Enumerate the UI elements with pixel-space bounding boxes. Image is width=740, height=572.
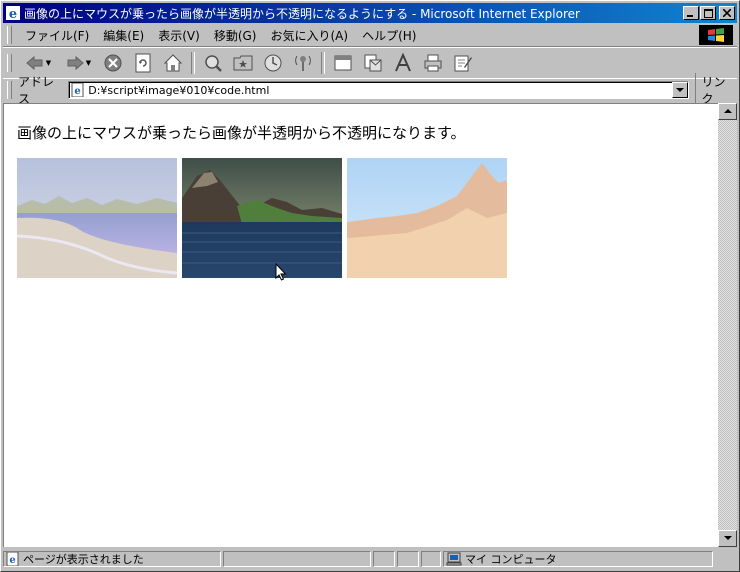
status-bar: e ページが表示されました マイ コンピュータ xyxy=(3,549,737,569)
menu-go[interactable]: 移動(G) xyxy=(207,27,264,44)
maximize-icon xyxy=(703,8,713,18)
svg-text:e: e xyxy=(9,7,17,21)
print-button[interactable] xyxy=(421,51,445,75)
search-button[interactable] xyxy=(201,51,225,75)
status-panel-progress xyxy=(223,551,371,567)
search-icon xyxy=(205,55,222,72)
channels-icon xyxy=(295,55,311,71)
close-icon xyxy=(723,9,731,17)
windows-logo-icon xyxy=(699,25,733,45)
refresh-button[interactable] xyxy=(131,51,155,75)
print-icon xyxy=(424,54,442,72)
close-button[interactable] xyxy=(719,6,735,20)
status-zone-panel: マイ コンピュータ xyxy=(443,551,713,567)
stop-button[interactable] xyxy=(101,51,125,75)
back-icon xyxy=(26,55,43,71)
page-icon: e xyxy=(71,83,84,97)
computer-icon xyxy=(446,552,462,566)
edit-icon xyxy=(454,55,472,72)
font-icon xyxy=(395,53,411,72)
menu-view[interactable]: 表示(V) xyxy=(151,27,207,44)
favorites-icon xyxy=(233,55,253,71)
mountain-sea-landscape-image[interactable] xyxy=(182,158,342,278)
chevron-down-icon: ▼ xyxy=(45,59,52,67)
history-icon xyxy=(264,54,282,72)
menu-grip xyxy=(7,26,12,44)
browser-window: e 画像の上にマウスが乗ったら画像が半透明から不透明になるようにする - Mic… xyxy=(0,0,740,572)
beach-landscape-image[interactable] xyxy=(17,158,177,278)
address-bar: アドレス e D:¥script¥image¥010¥code.html リンク xyxy=(3,73,737,107)
page-content: 画像の上にマウスが乗ったら画像が半透明から不透明になります。 xyxy=(3,103,718,547)
window-title: 画像の上にマウスが乗ったら画像が半透明から不透明になるようにする - Micro… xyxy=(24,6,580,21)
mail-icon xyxy=(364,54,382,72)
title-bar: e 画像の上にマウスが乗ったら画像が半透明から不透明になるようにする - Mic… xyxy=(3,3,737,23)
toolbar-grip xyxy=(7,54,12,72)
chevron-down-icon xyxy=(723,536,732,540)
edit-button[interactable] xyxy=(451,51,475,75)
fullscreen-button[interactable] xyxy=(331,51,355,75)
page-heading: 画像の上にマウスが乗ったら画像が半透明から不透明になります。 xyxy=(17,124,466,142)
svg-text:e: e xyxy=(9,555,15,566)
scroll-down-button[interactable] xyxy=(718,530,737,547)
address-value: D:¥script¥image¥010¥code.html xyxy=(88,83,270,97)
chevron-down-icon: ▼ xyxy=(85,59,92,67)
chevron-down-icon xyxy=(675,87,684,92)
status-panel-lock xyxy=(397,551,419,567)
address-grip xyxy=(7,81,12,99)
links-button[interactable]: リンク xyxy=(694,73,737,107)
chevron-up-icon xyxy=(723,109,732,113)
forward-icon xyxy=(67,55,84,71)
maximize-button[interactable] xyxy=(700,6,716,20)
status-zone: マイ コンピュータ xyxy=(465,553,557,566)
scroll-up-button[interactable] xyxy=(718,103,737,120)
menu-file[interactable]: ファイル(F) xyxy=(18,27,96,44)
minimize-button[interactable] xyxy=(683,6,699,20)
desert-peak-landscape-image[interactable] xyxy=(347,158,507,278)
svg-text:e: e xyxy=(75,86,81,97)
toolbar-separator xyxy=(321,52,325,74)
forward-button[interactable]: ▼ xyxy=(61,51,95,75)
home-button[interactable] xyxy=(161,51,185,75)
status-panel-extra xyxy=(421,551,441,567)
mail-button[interactable] xyxy=(361,51,385,75)
history-button[interactable] xyxy=(261,51,285,75)
menu-help[interactable]: ヘルプ(H) xyxy=(355,27,423,44)
favorites-button[interactable] xyxy=(231,51,255,75)
mouse-cursor-icon xyxy=(275,263,287,281)
font-button[interactable] xyxy=(391,51,415,75)
status-message: ページが表示されました xyxy=(23,553,144,566)
status-panel-offline xyxy=(373,551,395,567)
tool-bar: ▼ ▼ xyxy=(3,47,737,79)
stop-icon xyxy=(104,54,122,72)
menu-bar: ファイル(F) 編集(E) 表示(V) 移動(G) お気に入り(A) ヘルプ(H… xyxy=(3,24,737,47)
minimize-icon xyxy=(687,15,693,17)
menu-edit[interactable]: 編集(E) xyxy=(96,27,151,44)
address-input[interactable]: e D:¥script¥image¥010¥code.html xyxy=(68,81,689,99)
toolbar-separator xyxy=(191,52,195,74)
vertical-scrollbar[interactable] xyxy=(718,103,737,547)
channels-button[interactable] xyxy=(291,51,315,75)
fullscreen-icon xyxy=(334,55,352,71)
status-message-panel: e ページが表示されました xyxy=(3,551,221,567)
home-icon xyxy=(163,54,183,72)
ie-logo-icon: e xyxy=(6,6,20,21)
address-label: アドレス xyxy=(17,75,54,106)
page-done-icon: e xyxy=(6,552,19,566)
menu-favorites[interactable]: お気に入り(A) xyxy=(263,27,355,44)
refresh-icon xyxy=(135,53,151,73)
address-dropdown-button[interactable] xyxy=(671,82,688,98)
back-button[interactable]: ▼ xyxy=(21,51,55,75)
